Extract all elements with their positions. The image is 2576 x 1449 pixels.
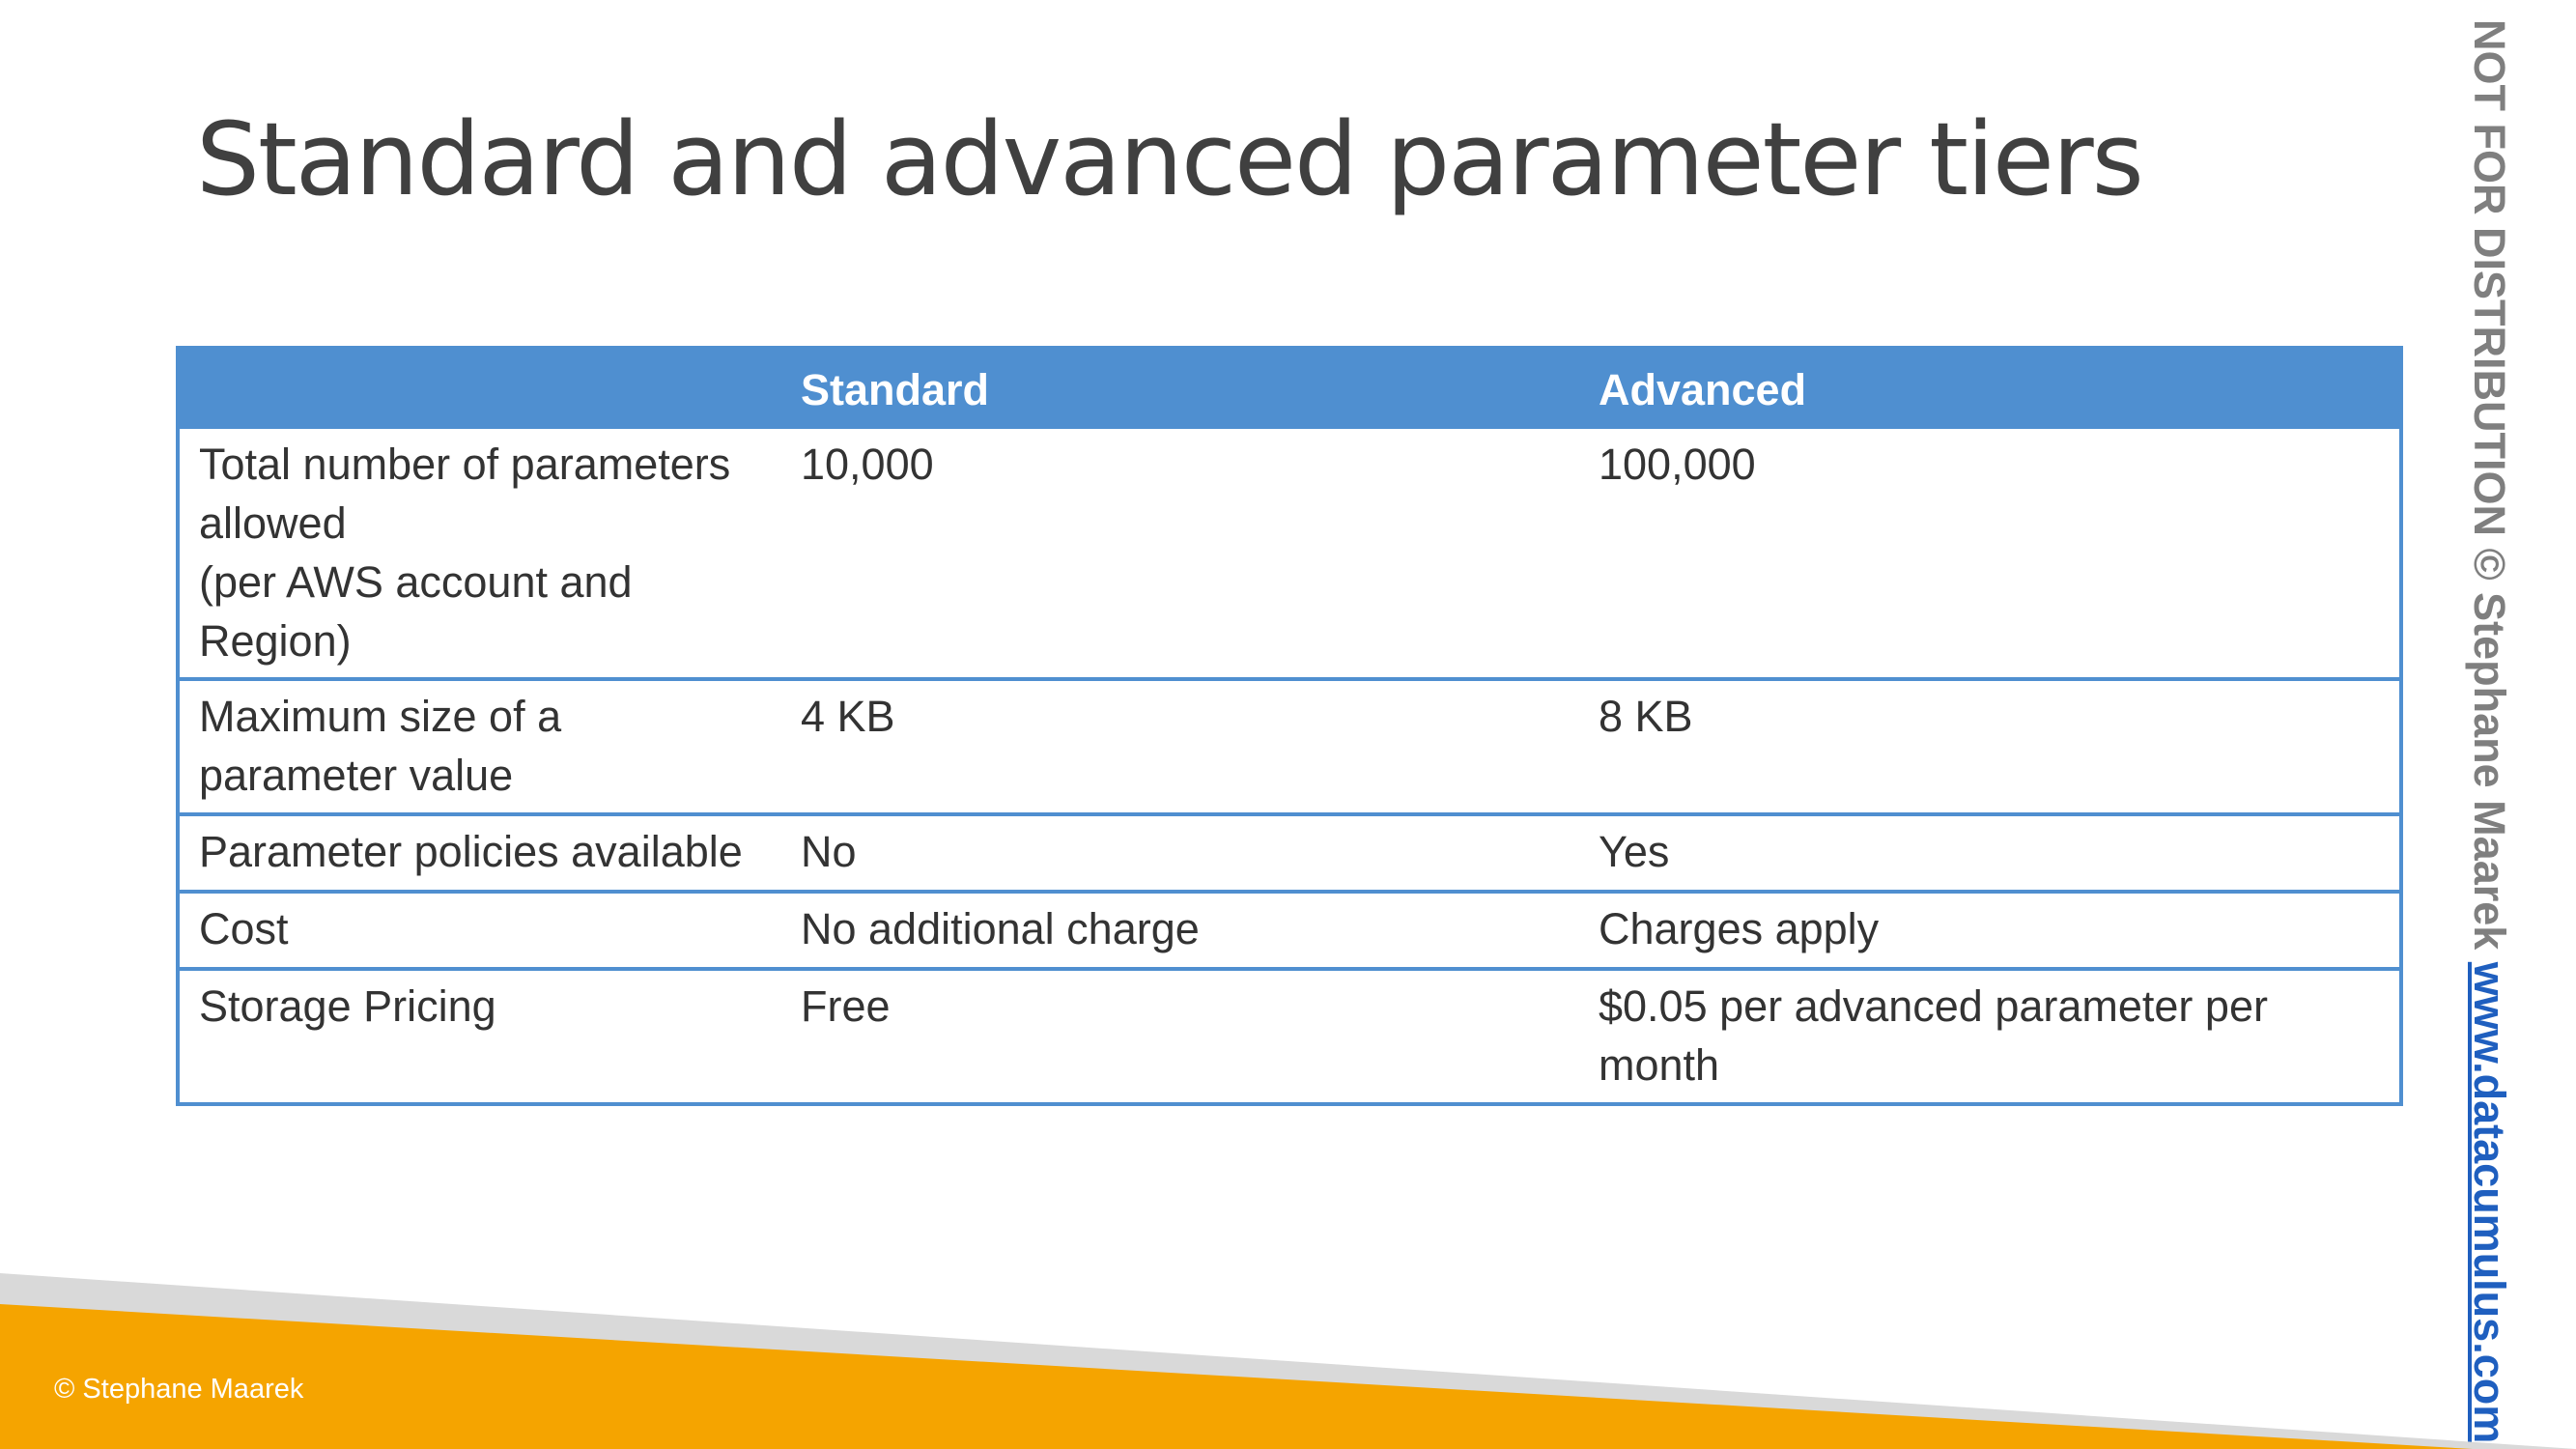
- table-row: Maximum size of a parameter value 4 KB 8…: [178, 677, 2401, 814]
- feature-line: allowed: [199, 498, 347, 548]
- feature-cell: Total number of parameters allowed (per …: [178, 429, 781, 679]
- table-header-row: Standard Advanced: [178, 348, 2401, 429]
- feature-line: (per AWS account and: [199, 557, 633, 607]
- header-feature: [178, 348, 781, 429]
- feature-line: Parameter policies available: [199, 827, 743, 876]
- advanced-cell: $0.05 per advanced parameter per month: [1579, 967, 2401, 1104]
- watermark-text: NOT FOR DISTRIBUTION © Stephane Maarek: [2465, 19, 2514, 962]
- standard-cell: No additional charge: [781, 890, 1579, 969]
- feature-cell: Parameter policies available: [178, 812, 781, 892]
- footer-copyright: © Stephane Maarek: [54, 1374, 304, 1405]
- standard-cell: Free: [781, 967, 1579, 1104]
- standard-cell: 10,000: [801, 440, 934, 489]
- parameter-tiers-table: Standard Advanced Total number of parame…: [176, 346, 2403, 1106]
- advanced-cell: Charges apply: [1579, 890, 2401, 969]
- feature-cell: Cost: [178, 890, 781, 969]
- feature-line: Total number of parameters: [199, 440, 731, 489]
- feature-line: Maximum size of a: [199, 692, 562, 741]
- standard-cell: No: [781, 812, 1579, 892]
- header-standard: Standard: [801, 364, 990, 414]
- distribution-watermark: NOT FOR DISTRIBUTION © Stephane Maarek w…: [2465, 19, 2514, 1443]
- table-row: Total number of parameters allowed (per …: [178, 429, 2401, 679]
- standard-cell: 4 KB: [781, 677, 1579, 814]
- feature-cell: Maximum size of a parameter value: [178, 677, 781, 814]
- table-row: Parameter policies available No Yes: [178, 812, 2401, 892]
- feature-line: Storage Pricing: [199, 981, 496, 1031]
- advanced-line: $0.05 per advanced parameter per: [1599, 981, 2268, 1031]
- feature-line: Region): [199, 616, 352, 666]
- advanced-line: month: [1599, 1040, 1720, 1090]
- table-row: Storage Pricing Free $0.05 per advanced …: [178, 967, 2401, 1104]
- advanced-cell: 100,000: [1599, 440, 1756, 489]
- advanced-cell: Yes: [1579, 812, 2401, 892]
- advanced-cell: 8 KB: [1579, 677, 2401, 814]
- header-advanced: Advanced: [1599, 364, 1807, 414]
- footer-band: [0, 1273, 2576, 1449]
- feature-line: parameter value: [199, 751, 514, 800]
- feature-cell: Storage Pricing: [178, 967, 781, 1104]
- feature-line: Cost: [199, 904, 289, 953]
- footer-orange-stripe: [0, 1304, 2473, 1449]
- table-row: Cost No additional charge Charges apply: [178, 890, 2401, 969]
- slide-title: Standard and advanced parameter tiers: [196, 100, 2144, 218]
